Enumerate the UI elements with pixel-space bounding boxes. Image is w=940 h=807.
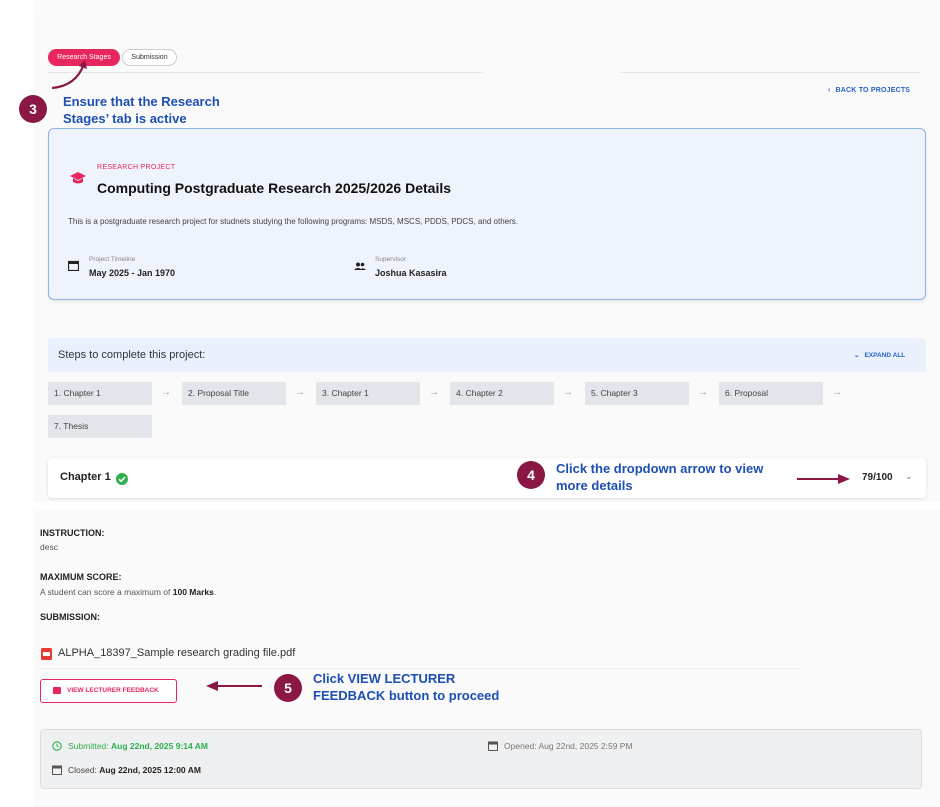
arrow-right-icon: → — [563, 387, 573, 398]
annotation-3-line1: Ensure that the Research — [63, 94, 220, 109]
calendar-icon — [52, 765, 62, 775]
project-title: Computing Postgraduate Research 2025/202… — [97, 180, 452, 196]
arrow-right-icon: → — [295, 387, 305, 398]
step-1[interactable]: 1. Chapter 1 — [48, 382, 152, 405]
annotation-arrow-line — [797, 478, 841, 480]
calendar-icon — [488, 741, 498, 751]
view-lecturer-feedback-button[interactable]: VIEW LECTURER FEEDBACK — [40, 679, 177, 703]
back-to-projects-link[interactable]: ‹ BACK TO PROJECTS — [828, 87, 910, 94]
chevron-down-icon: ⌄ — [854, 352, 860, 359]
steps-title: Steps to complete this project: — [58, 349, 206, 361]
calendar-icon — [68, 260, 79, 271]
max-score-value: 100 Marks — [172, 587, 214, 597]
expand-all-label: EXPAND ALL — [864, 352, 906, 359]
chapter-score: 79/100 — [862, 472, 893, 483]
submission-file-link[interactable]: ALPHA_18397_Sample research grading file… — [58, 647, 295, 659]
supervisor-value: Joshua Kasasira — [375, 268, 447, 278]
graduation-cap-icon — [70, 172, 86, 184]
supervisor-icon — [354, 262, 366, 270]
chapter-accordion[interactable]: Chapter 1 79/100 ⌄ — [48, 458, 926, 498]
closed-value: Aug 22nd, 2025 12:00 AM — [99, 765, 201, 775]
tab-submission[interactable]: Submission — [122, 49, 177, 66]
clock-icon — [52, 741, 62, 751]
feedback-button-label: VIEW LECTURER FEEDBACK — [67, 687, 159, 694]
timeline-value: May 2025 - Jan 1970 — [89, 268, 176, 278]
timeline-label: Project Timeline — [89, 256, 136, 263]
annotation-badge-4: 4 — [517, 461, 545, 489]
arrow-right-icon: → — [429, 387, 439, 398]
annotation-4-line2: more details — [556, 478, 633, 493]
arrow-right-icon — [838, 474, 850, 484]
closed-label: Closed: — [68, 765, 100, 775]
tab-divider — [48, 72, 483, 73]
step-7[interactable]: 7. Thesis — [48, 415, 152, 438]
step-6[interactable]: 6. Proposal — [719, 382, 823, 405]
annotation-badge-3: 3 — [19, 95, 47, 123]
supervisor-label: Supervisor — [375, 256, 407, 263]
arrow-right-icon: → — [161, 387, 171, 398]
instruction-value: desc — [40, 542, 58, 552]
tab-divider-right — [620, 72, 920, 73]
pdf-file-icon — [41, 648, 52, 660]
max-score-text: A student can score a maximum of 100 Mar… — [40, 587, 216, 597]
submitted-text: Submitted: Aug 22nd, 2025 9:14 AM — [68, 741, 208, 751]
max-score-suffix: . — [213, 587, 217, 597]
annotation-5-line2: FEEDBACK button to proceed — [313, 688, 500, 703]
step-4[interactable]: 4. Chapter 2 — [450, 382, 554, 405]
annotation-4-line1: Click the dropdown arrow to view — [556, 461, 764, 476]
divider — [40, 668, 800, 669]
dropdown-arrow-icon[interactable]: ⌄ — [905, 471, 913, 482]
opened-text: Opened: Aug 22nd, 2025 2:59 PM — [504, 741, 633, 751]
project-card: RESEARCH PROJECT Computing Postgraduate … — [48, 128, 926, 300]
feedback-icon — [53, 687, 61, 694]
check-circle-icon — [116, 473, 128, 485]
submitted-label: Submitted: — [68, 741, 111, 751]
back-link-label: BACK TO PROJECTS — [835, 87, 911, 94]
arrow-right-icon: → — [698, 387, 708, 398]
project-kicker: RESEARCH PROJECT — [97, 164, 176, 171]
annotation-text-4: Click the dropdown arrow to view more de… — [556, 460, 763, 494]
chevron-left-icon: ‹ — [828, 87, 831, 94]
submitted-value: Aug 22nd, 2025 9:14 AM — [111, 741, 208, 751]
annotation-3-line2: Stages’ tab is active — [63, 111, 187, 126]
max-score-label: MAXIMUM SCORE: — [40, 572, 122, 582]
instruction-label: INSTRUCTION: — [40, 528, 105, 538]
step-2[interactable]: 2. Proposal Title — [182, 382, 286, 405]
closed-text: Closed: Aug 22nd, 2025 12:00 AM — [68, 765, 201, 775]
step-3[interactable]: 3. Chapter 1 — [316, 382, 420, 405]
annotation-arrow-line — [216, 685, 262, 687]
arrow-right-icon: → — [832, 387, 842, 398]
chapter-title: Chapter 1 — [60, 471, 111, 483]
expand-all-button[interactable]: ⌄ EXPAND ALL — [854, 351, 905, 359]
steps-header: Steps to complete this project: ⌄ EXPAND … — [48, 338, 926, 372]
annotation-text-5: Click VIEW LECTURER FEEDBACK button to p… — [313, 670, 499, 704]
top-bar — [33, 0, 940, 15]
annotation-5-line1: Click VIEW LECTURER — [313, 671, 456, 686]
annotation-text-3: Ensure that the Research Stages’ tab is … — [63, 93, 220, 127]
step-5[interactable]: 5. Chapter 3 — [585, 382, 689, 405]
project-description: This is a postgraduate research project … — [68, 217, 518, 226]
curved-arrow-icon — [51, 60, 87, 90]
submission-dates-box: Submitted: Aug 22nd, 2025 9:14 AM Opened… — [40, 729, 922, 789]
max-score-prefix: A student can score a maximum of — [40, 587, 173, 597]
annotation-badge-5: 5 — [274, 674, 302, 702]
submission-label: SUBMISSION: — [40, 612, 101, 622]
